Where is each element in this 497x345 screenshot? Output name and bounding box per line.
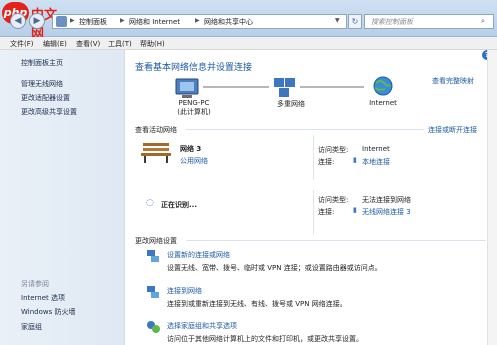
network-1-access-label: 访问类型: — [318, 146, 349, 154]
network-1-divider — [313, 135, 314, 180]
breadcrumb-separator-icon: ▶ — [70, 17, 75, 24]
connect-disconnect-link[interactable]: 连接或断开连接 — [428, 125, 477, 135]
sidebar-item-adapter-settings[interactable]: 更改适配器设置 — [21, 93, 70, 103]
main-content: ? 查看基本网络信息并设置连接 查看完整映射 PENG-PC (此计算机) 多重… — [126, 50, 497, 345]
section-divider — [186, 240, 486, 241]
refresh-button[interactable]: ↻ — [348, 14, 362, 29]
see-full-map-link[interactable]: 查看完整映射 — [432, 76, 474, 86]
sidebar-item-manage-wireless[interactable]: 管理无线网络 — [21, 79, 63, 89]
network-2-connection-label: 连接: — [318, 208, 335, 216]
see-also-internet-options[interactable]: Internet 选项 — [21, 293, 65, 303]
breadcrumb-network-sharing[interactable]: 网络和共享中心 — [204, 17, 253, 27]
active-networks-heading: 查看活动网络 — [135, 126, 177, 134]
network-2-connection-link[interactable]: 无线网络连接 3 — [362, 207, 411, 217]
chevron-down-icon[interactable]: ▼ — [335, 17, 340, 24]
search-placeholder: 搜索控制面板 — [371, 18, 413, 26]
menu-help[interactable]: 帮助(H) — [140, 39, 165, 49]
section-divider — [186, 129, 424, 130]
menu-edit[interactable]: 编辑(E) — [43, 39, 67, 49]
identifying-spinner-icon: ◌ — [146, 198, 154, 208]
node-internet: Internet — [369, 99, 397, 107]
search-input[interactable]: 搜索控制面板 ⌕ — [364, 14, 494, 29]
control-panel-icon — [56, 16, 67, 27]
node-this-computer: PENG-PC (此计算机) — [162, 99, 226, 117]
page-title: 查看基本网络信息并设置连接 — [135, 63, 253, 73]
node-label-pc: PENG-PC — [178, 99, 210, 107]
network-1-type-link[interactable]: 公用网络 — [180, 156, 208, 166]
task-setup-connection-desc: 设置无线、宽带、拨号、临时或 VPN 连接；或设置路由器或访问点。 — [167, 264, 382, 272]
window-titlebar: php 中文网 ◀ ▶ ▶ 控制面板 ▶ 网络和 Internet ▶ 网络和共… — [0, 0, 497, 42]
network-1-access-value: Internet — [362, 145, 390, 153]
sidebar-item-advanced-sharing[interactable]: 更改高级共享设置 — [21, 107, 77, 117]
wireless-connection-icon: ▮ — [353, 206, 357, 214]
sidebar: 控制面板主页 管理无线网络 更改适配器设置 更改高级共享设置 另请参阅 Inte… — [0, 50, 125, 345]
search-icon: ⌕ — [481, 17, 485, 25]
see-also-heading: 另请参阅 — [21, 280, 49, 288]
network-2-access-value: 无法连接到网络 — [362, 196, 411, 204]
network-2-access-label: 访问类型: — [318, 196, 349, 204]
connect-network-icon — [147, 286, 159, 298]
forward-button[interactable]: ▶ — [29, 13, 45, 29]
menu-tools[interactable]: 工具(T) — [108, 39, 132, 49]
task-setup-connection-link[interactable]: 设置新的连接或网络 — [167, 250, 230, 260]
address-bar[interactable]: ▶ 控制面板 ▶ 网络和 Internet ▶ 网络和共享中心 ▼ — [52, 14, 347, 29]
see-also-homegroup[interactable]: 家庭组 — [21, 322, 42, 332]
homegroup-icon — [147, 321, 160, 333]
task-homegroup-desc: 访问位于其他网络计算机上的文件和打印机，或更改共享设置。 — [167, 335, 363, 343]
network-1-name: 网络 3 — [180, 145, 202, 153]
change-settings-heading: 更改网络设置 — [135, 237, 177, 245]
breadcrumb-network-internet[interactable]: 网络和 Internet — [129, 17, 180, 27]
breadcrumb-separator-icon: ▶ — [120, 17, 125, 24]
task-connect-network-desc: 连接到或重新连接到无线、有线、拨号或 VPN 网络连接。 — [167, 300, 347, 308]
network-1-connection-link[interactable]: 本地连接 — [362, 157, 390, 167]
new-connection-icon — [147, 250, 159, 262]
breadcrumb-separator-icon: ▶ — [195, 17, 200, 24]
network-2-divider — [313, 190, 314, 235]
sidebar-item-control-panel-home[interactable]: 控制面板主页 — [21, 58, 63, 68]
multiple-networks-icon — [274, 78, 284, 87]
back-button[interactable]: ◀ — [10, 13, 26, 29]
park-bench-icon — [141, 143, 171, 163]
node-label-this-computer: (此计算机) — [177, 108, 211, 116]
node-multiple-networks: 多重网络 — [277, 100, 305, 108]
menu-file[interactable]: 文件(F) — [10, 39, 34, 49]
task-homegroup-link[interactable]: 选择家庭组和共享选项 — [167, 321, 237, 331]
see-also-windows-firewall[interactable]: Windows 防火墙 — [21, 307, 75, 317]
breadcrumb-control-panel[interactable]: 控制面板 — [79, 17, 107, 27]
menu-view[interactable]: 查看(V) — [76, 39, 100, 49]
network-2-name: 正在识别... — [161, 201, 197, 209]
menu-bar: 文件(F) 编辑(E) 查看(V) 工具(T) 帮助(H) — [0, 37, 497, 50]
vertical-scrollbar[interactable] — [487, 50, 497, 345]
wired-connection-icon: ▮ — [353, 156, 357, 164]
task-connect-network-link[interactable]: 连接到网络 — [167, 286, 202, 296]
network-1-connection-label: 连接: — [318, 158, 335, 166]
